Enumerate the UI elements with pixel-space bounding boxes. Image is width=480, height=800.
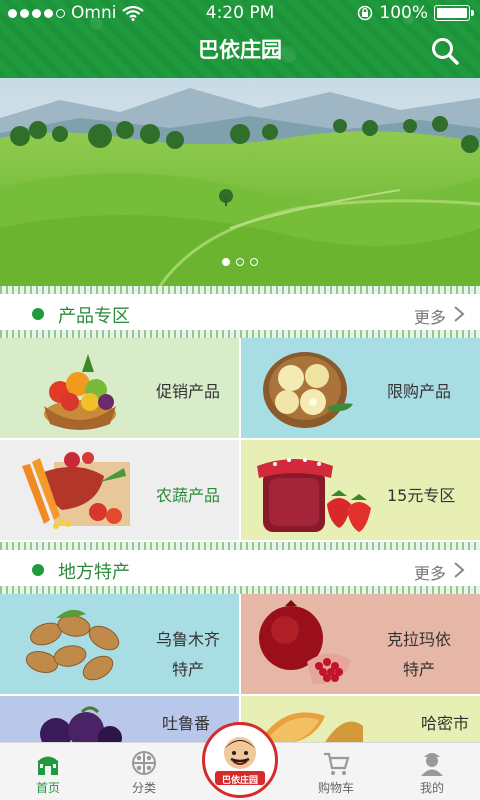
tile-label: 15元专区 (387, 486, 456, 505)
category-icon (132, 751, 156, 775)
pager-dot-3[interactable] (250, 258, 258, 266)
tile-label-line2: 特产 (172, 660, 205, 679)
tab-category[interactable]: 分类 (96, 743, 192, 800)
pager-dot-1[interactable] (222, 258, 230, 266)
carousel-pager (222, 258, 258, 266)
pomegranate-icon (259, 600, 351, 685)
section-title: 产品专区 (58, 306, 130, 327)
chevron-right-icon[interactable] (452, 305, 466, 323)
jam-jar-icon (257, 458, 371, 532)
tile-limited-products[interactable]: 限购产品 (241, 338, 480, 438)
more-link[interactable]: 更多 (414, 560, 446, 584)
tile-label: 农蔬产品 (156, 486, 221, 505)
banner-carousel[interactable] (0, 78, 480, 286)
rotation-lock-icon (358, 5, 373, 21)
tile-vegetable-products[interactable]: 农蔬产品 (0, 440, 239, 540)
tile-label-line1: 克拉玛依 (387, 630, 452, 649)
brand-logo-button[interactable]: 巴依庄园 (202, 722, 278, 798)
bullet-icon (32, 308, 44, 320)
chevron-right-icon[interactable] (452, 561, 466, 579)
status-right: 100% (357, 3, 474, 23)
grapes-icon (40, 706, 122, 742)
battery-percent: 100% (379, 3, 428, 23)
tile-label-line2: 特产 (403, 660, 436, 679)
tab-label: 首页 (35, 781, 60, 795)
tile-promo-products[interactable]: 促销产品 (0, 338, 239, 438)
search-icon[interactable] (430, 36, 460, 66)
fruit-basket-icon (44, 354, 116, 430)
divider-pattern (0, 286, 480, 294)
section-header-products: 产品专区 更多 (0, 294, 480, 332)
bullet-icon (32, 564, 44, 576)
divider-pattern (0, 586, 480, 594)
banner-image (0, 78, 480, 286)
tile-label-line1: 乌鲁木齐 (156, 630, 221, 649)
home-icon (37, 756, 59, 775)
tile-turpan-specialties[interactable]: 吐鲁番 (0, 696, 239, 742)
app-header: Omni 4:20 PM 100% 巴依庄园 (0, 0, 480, 78)
vegetables-icon (22, 452, 130, 529)
section-header-local-specialties: 地方特产 更多 (0, 550, 480, 588)
user-icon (421, 753, 443, 776)
tab-cart[interactable]: 购物车 (288, 743, 384, 800)
tile-label: 促销产品 (156, 382, 221, 401)
tab-label: 分类 (131, 781, 156, 795)
page-title: 巴依庄园 (198, 38, 282, 62)
tab-label: 购物车 (317, 781, 354, 795)
brand-logo-text: 巴依庄园 (221, 776, 258, 786)
tile-urumqi-specialties[interactable]: 乌鲁木齐 特产 (0, 594, 239, 694)
tab-profile[interactable]: 我的 (384, 743, 480, 800)
tab-label: 我的 (419, 781, 444, 795)
divider-pattern (0, 330, 480, 338)
more-link[interactable]: 更多 (414, 304, 446, 328)
almonds-icon (25, 609, 120, 681)
pager-dot-2[interactable] (236, 258, 244, 266)
tab-home[interactable]: 首页 (0, 743, 96, 800)
battery-icon (434, 5, 474, 21)
section-title: 地方特产 (58, 562, 130, 583)
tile-15-yuan-zone[interactable]: 15元专区 (241, 440, 480, 540)
tile-label: 吐鲁番 (162, 714, 211, 733)
tile-label: 哈密市 (421, 714, 470, 733)
status-bar: Omni 4:20 PM 100% (0, 0, 480, 26)
pears-bowl-icon (263, 352, 353, 428)
tile-label: 限购产品 (387, 382, 452, 401)
shopping-cart-icon (324, 752, 350, 775)
divider-pattern (0, 542, 480, 550)
tile-karamay-specialties[interactable]: 克拉玛依 特产 (241, 594, 480, 694)
tile-hami-specialties[interactable]: 哈密市 (241, 696, 480, 742)
